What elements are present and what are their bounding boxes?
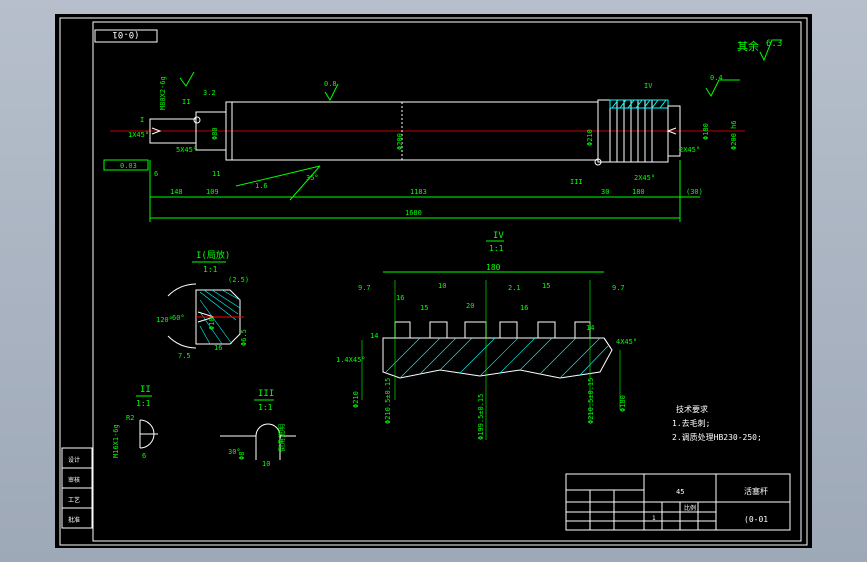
svg-text:Φ210: Φ210 [352,391,360,408]
detail-I-title: I(局放) [196,249,230,261]
svg-text:Φ6.5: Φ6.5 [240,329,248,346]
tech-note-2: 2.调质处理HB230-250; [672,432,762,442]
roughness-top: 0.8 [324,80,337,88]
chamfer-left: 1X45° [128,131,149,139]
roughness-note: 其余 [737,39,759,53]
dia-phi210: Φ210 [586,129,594,146]
quantity: 1 [652,515,656,522]
svg-text:15: 15 [542,282,550,290]
callout-III: III [570,178,583,186]
svg-text:批准: 批准 [68,516,80,524]
svg-text:16: 16 [396,294,404,302]
dim-6: 6 [154,170,158,178]
svg-text:Φ210.5±0.15: Φ210.5±0.15 [587,378,595,424]
dia-phi200h6: Φ200 h6 [730,120,738,150]
roughness-right: 0.4 [710,74,723,82]
svg-text:倒角说明: 倒角说明 [277,424,286,452]
svg-text:10: 10 [438,282,446,290]
detail-IV-total: 180 [486,263,501,272]
svg-text:1.4X45°: 1.4X45° [336,356,366,364]
detail-III-scale: 1:1 [258,403,273,412]
drawing-background [55,14,812,548]
callout-IV: IV [644,82,653,90]
scale-label: 比例 [684,504,696,512]
dia-phi200: Φ200 [396,133,404,150]
cad-viewport[interactable]: (0-01 其余 6.3 148 109 1183 30 180 (30) 16… [0,0,867,562]
svg-text:9.7: 9.7 [612,284,625,292]
dim-11: 11 [212,170,220,178]
svg-text:审核: 审核 [68,476,80,484]
dim-1183: 1183 [410,188,427,196]
drawing-number: (0-01 [744,515,768,524]
dia-phi80: Φ80 [211,127,219,140]
svg-text:14: 14 [370,332,378,340]
svg-text:Φ8: Φ8 [238,452,246,460]
detail-IV-scale: 1:1 [489,244,504,253]
svg-text:10: 10 [262,460,270,468]
svg-text:9.7: 9.7 [358,284,371,292]
dim-148: 148 [170,188,183,196]
callout-I: I [140,116,144,124]
dim-30: 30 [601,188,609,196]
detail-I-scale: 1:1 [203,265,218,274]
dim-1680: 1680 [405,209,422,217]
detail-IV-title: IV [493,231,504,241]
svg-text:设计: 设计 [68,456,80,464]
svg-text:Φ10: Φ10 [208,317,216,330]
svg-text:15: 15 [420,304,428,312]
chamfer-right: 2X45° [634,174,655,182]
svg-text:120°: 120° [156,316,173,324]
roughness-mid: 1.6 [255,182,268,190]
thread-left: M80X2-6g [159,76,167,110]
svg-text:2.1: 2.1 [508,284,521,292]
part-name: 活塞杆 [744,486,768,496]
svg-text:2X45°: 2X45° [679,146,700,154]
dim-109: 109 [206,188,219,196]
dim-30b: (30) [686,188,703,196]
svg-text:Φ199.5±0.15: Φ199.5±0.15 [477,394,485,440]
tech-note-1: 1.去毛刺; [672,418,710,428]
detail-III-title: III [258,389,274,399]
detail-II-title: II [140,385,151,395]
runout-tolerance: 0.03 [120,162,137,170]
material: 45 [676,488,684,496]
svg-text:(2.5): (2.5) [228,276,249,284]
callout-II: II [182,98,190,106]
svg-text:Φ210.5±0.15: Φ210.5±0.15 [384,378,392,424]
svg-text:7.5: 7.5 [178,352,191,360]
svg-text:16: 16 [214,344,222,352]
tech-notes-heading: 技术要求 [676,404,708,414]
detail-II-scale: 1:1 [136,399,151,408]
svg-text:R2: R2 [126,414,134,422]
svg-text:M16X1-6g: M16X1-6g [112,424,120,458]
svg-text:工艺: 工艺 [68,496,80,504]
dim-180: 180 [632,188,645,196]
roughness-left: 3.2 [203,89,216,97]
svg-text:16: 16 [520,304,528,312]
svg-text:4X45°: 4X45° [616,338,637,346]
svg-text:20: 20 [466,302,474,310]
drawing-canvas[interactable]: (0-01 其余 6.3 148 109 1183 30 180 (30) 16… [0,0,867,562]
chamfer-small: 5X45° [176,146,197,154]
code-box-text: (0-01 [112,29,139,39]
svg-text:60°: 60° [172,314,185,322]
svg-text:6: 6 [142,452,146,460]
dia-phi180: Φ180 [702,123,710,140]
